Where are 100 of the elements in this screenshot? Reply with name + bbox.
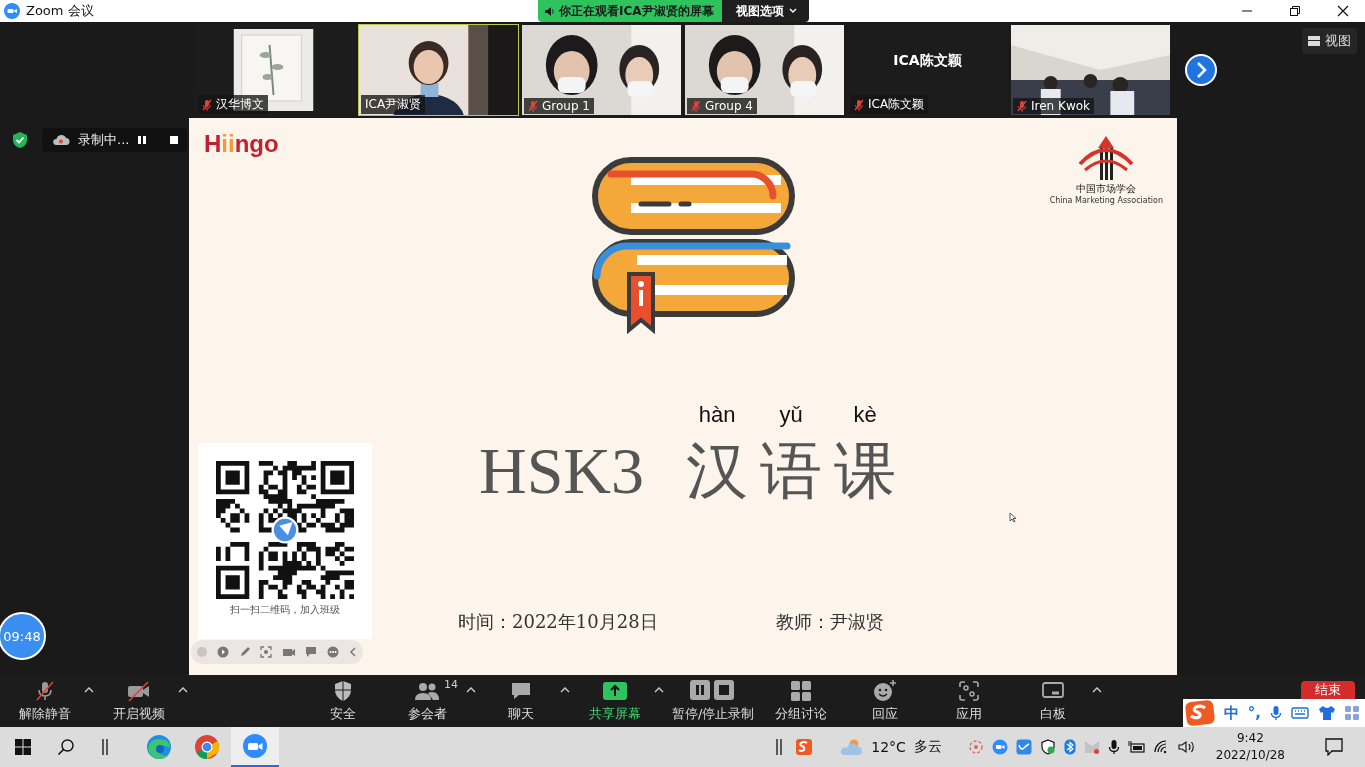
task-view-icon[interactable] <box>775 738 784 756</box>
pause-icon[interactable] <box>137 135 148 145</box>
caret-icon[interactable] <box>84 685 94 693</box>
participant-label: 汉华博文 <box>198 95 268 114</box>
smiley-plus-icon <box>873 679 898 702</box>
participant-count: 14 <box>444 677 458 691</box>
app-tray-icon[interactable] <box>1015 739 1032 755</box>
participant-label: Group 4 <box>687 98 757 114</box>
play-icon[interactable] <box>217 646 230 658</box>
view-options-button[interactable]: 视图选项 <box>721 0 809 22</box>
caret-icon[interactable] <box>1092 685 1103 693</box>
battery-icon[interactable] <box>1127 740 1146 754</box>
banner-text: 你正在观看ICA尹淑贤的屏幕 <box>559 2 714 20</box>
chat-icon <box>510 680 532 701</box>
date-text: 时间：2022年10月28日 <box>458 610 658 634</box>
whiteboard-icon <box>1041 680 1066 701</box>
chrome-browser-icon <box>194 734 220 760</box>
pinyin: yǔ <box>779 402 803 428</box>
taskbar-clock[interactable]: 9:42 2022/10/28 <box>1215 730 1285 764</box>
more-icon[interactable] <box>326 646 339 658</box>
video-tile[interactable]: ICA尹淑贤 <box>358 24 519 116</box>
shirt-icon[interactable] <box>1318 705 1336 721</box>
video-tile[interactable]: Iren Kwok <box>1010 24 1171 116</box>
toolbar-button[interactable]: 14 参会者 <box>388 675 466 727</box>
video-off-icon <box>126 679 152 702</box>
clock-date: 2022/10/28 <box>1215 747 1285 764</box>
edge-browser-icon <box>146 734 172 760</box>
course-title-char: 语 <box>760 436 823 506</box>
pencil-icon[interactable] <box>238 646 251 658</box>
course-title-char: 汉 <box>686 436 749 506</box>
camera-icon[interactable] <box>281 646 296 658</box>
maximize-icon[interactable] <box>1289 5 1301 17</box>
view-button[interactable]: 视图 <box>1302 28 1357 54</box>
apps-icon <box>959 680 980 701</box>
participants-icon <box>414 680 440 701</box>
speaker-icon <box>544 5 555 17</box>
caret-icon[interactable] <box>466 685 476 693</box>
toolbar-button[interactable]: 回应 <box>846 675 925 727</box>
keyboard-icon[interactable] <box>1291 706 1309 720</box>
participant-label: Group 1 <box>524 98 594 114</box>
participant-label: ICA尹淑贤 <box>361 95 426 114</box>
comment-icon[interactable] <box>305 646 318 658</box>
stop-icon[interactable] <box>169 135 180 145</box>
close-icon[interactable] <box>1337 5 1349 17</box>
toolbar-button[interactable]: 开启视频 <box>100 675 178 727</box>
participant-name: ICA陈文颖 <box>893 52 962 70</box>
windows-start-icon[interactable] <box>15 739 31 755</box>
video-tile[interactable]: Group 1 <box>521 24 682 116</box>
caret-icon[interactable] <box>178 685 188 693</box>
toolbar-button[interactable]: 安全 <box>304 675 382 727</box>
recording-label: 录制中... <box>78 131 130 149</box>
hiingo-logo: Hiingo <box>204 130 279 158</box>
weather-widget[interactable]: 12°C 多云 <box>839 738 942 756</box>
input-mode[interactable]: 中 <box>1223 703 1239 723</box>
collapse-icon[interactable] <box>348 646 359 658</box>
qr-caption: 扫一扫二维码，加入班级 <box>230 603 340 617</box>
share-screen-icon <box>603 681 627 700</box>
bluetooth-icon[interactable] <box>1063 739 1076 755</box>
mail-alert-icon[interactable] <box>1083 739 1100 755</box>
weather-condition: 多云 <box>913 738 942 756</box>
cloud-icon <box>839 738 864 756</box>
caret-icon <box>788 8 797 14</box>
sogou-logo-icon[interactable] <box>1184 700 1215 726</box>
toolbar-button[interactable]: 聊天 <box>482 675 560 727</box>
toolbar-button[interactable]: 白板 <box>1014 675 1093 727</box>
caret-icon[interactable] <box>654 685 664 693</box>
pause-stop-icon <box>690 679 737 702</box>
taskbar-app[interactable] <box>231 727 279 767</box>
grid-icon <box>791 680 812 701</box>
participant-label: ICA陈文颖 <box>850 95 929 114</box>
shield-check-icon[interactable] <box>12 131 28 149</box>
pinyin: hàn <box>698 402 736 428</box>
caret-icon[interactable] <box>560 685 570 693</box>
course-title-char: 课 <box>834 436 897 506</box>
grid-icon <box>1308 36 1320 46</box>
security-shield-icon[interactable] <box>1039 739 1056 755</box>
toolbar-button[interactable]: 暂停/停止录制 <box>670 675 757 727</box>
video-tile[interactable]: Group 4 <box>684 24 845 116</box>
clock-time: 9:42 <box>1236 730 1264 747</box>
next-page-icon[interactable] <box>1185 54 1217 86</box>
microphone-icon[interactable] <box>1107 739 1120 755</box>
teacher-text: 教师：尹淑贤 <box>775 610 884 634</box>
zoom-tray-icon[interactable] <box>991 739 1008 755</box>
volume-icon[interactable] <box>1177 740 1196 754</box>
zoom-app-icon <box>242 733 268 759</box>
sogou-logo-icon[interactable] <box>795 738 814 756</box>
toolbar-button[interactable]: 解除静音 <box>6 675 84 727</box>
search-icon[interactable] <box>57 738 75 756</box>
punctuation-mode[interactable]: °, <box>1247 704 1261 722</box>
course-code: HSK3 <box>479 436 645 506</box>
participant-label: Iren Kwok <box>1013 98 1094 114</box>
screenshot-icon[interactable] <box>260 646 273 658</box>
end-meeting-button[interactable]: 结束 <box>1301 681 1355 699</box>
task-view-icon[interactable] <box>101 738 109 756</box>
qr-code[interactable] <box>216 461 354 599</box>
notification-icon[interactable] <box>1325 738 1343 756</box>
toolbar-button[interactable]: 应用 <box>930 675 1009 727</box>
shield-icon <box>333 679 353 702</box>
toolbar-button[interactable]: 共享屏幕 <box>576 675 654 727</box>
toolbar-button[interactable]: 分组讨论 <box>762 675 841 727</box>
